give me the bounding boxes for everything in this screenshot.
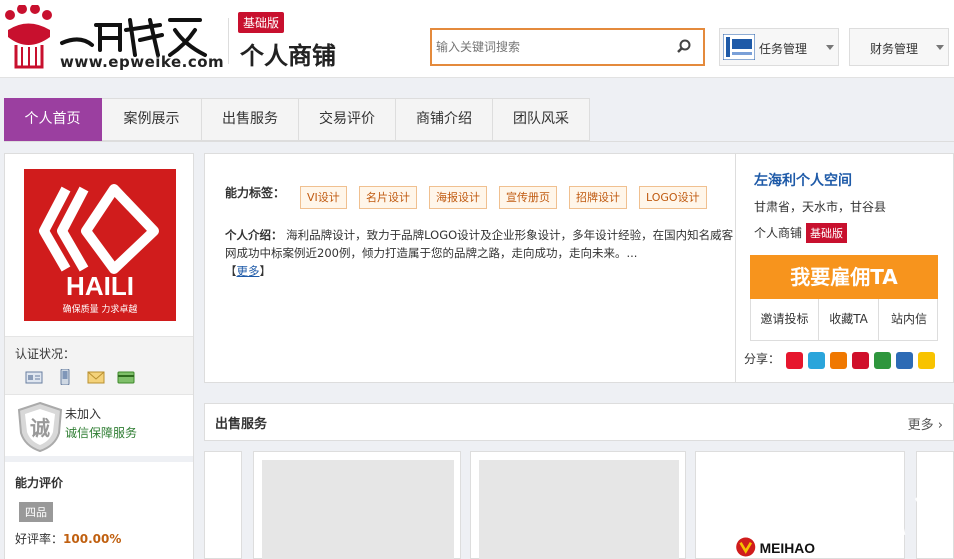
intro-text: 海利品牌设计，致力于品牌LOGO设计及企业形象设计，多年设计经验，在国内知名威客…: [225, 228, 734, 260]
tab-cases[interactable]: 案例展示: [102, 98, 202, 141]
rating-title: 能力评价: [15, 476, 64, 490]
finance-management-dropdown[interactable]: 财务管理: [849, 28, 949, 66]
favorite-button[interactable]: 收藏TA: [819, 299, 879, 340]
praise-value: 100.00%: [63, 532, 122, 546]
service-card[interactable]: [253, 451, 461, 559]
svg-text:诚: 诚: [30, 416, 50, 440]
honesty-service-link[interactable]: 诚信保障服务: [65, 424, 137, 441]
header-divider: [228, 18, 229, 64]
shop-actions: 邀请投标 收藏TA 站内信: [750, 299, 938, 341]
search-input[interactable]: [432, 30, 662, 64]
avatar-brand-text: HAILI: [66, 271, 134, 301]
task-management-dropdown[interactable]: 任务管理: [719, 28, 839, 66]
avatar[interactable]: HAILI 确保质量 力求卓越: [24, 169, 176, 321]
skill-tag[interactable]: 宣传册页: [499, 186, 557, 209]
search-icon[interactable]: [675, 38, 693, 56]
finance-menu-label: 财务管理: [870, 42, 919, 56]
task-site-logo-icon: [723, 34, 755, 60]
skill-tag[interactable]: 招牌设计: [569, 186, 627, 209]
praise-rate: 好评率：100.00%: [15, 530, 121, 547]
avatar-slogan-text: 确保质量 力求卓越: [63, 303, 138, 315]
chevron-down-icon: [936, 45, 944, 50]
tab-team[interactable]: 团队风采: [493, 98, 590, 141]
task-menu-label: 任务管理: [759, 42, 808, 56]
header: www.epweike.com 基础版 个人商铺 任务管理 财务管理: [0, 0, 954, 78]
space-name-link[interactable]: 左海利个人空间: [754, 170, 852, 190]
honesty-guarantee: 诚 未加入 诚信保障服务: [5, 394, 193, 456]
logo-url: www.epweike.com: [60, 53, 225, 71]
calligraphy-brand: [60, 18, 207, 57]
location: 甘肃省，天水市，甘谷县: [754, 200, 887, 214]
tab-home[interactable]: 个人首页: [4, 98, 102, 141]
skill-tag[interactable]: 海报设计: [429, 186, 487, 209]
verify-title: 认证状况：: [15, 347, 76, 361]
services-title: 出售服务: [215, 417, 268, 432]
tianya-icon[interactable]: [830, 352, 847, 369]
intro-label: 个人介绍：: [225, 228, 283, 242]
profile-main: 能力标签： VI设计 名片设计 海报设计 宣传册页 招牌设计 LOGO设计 个人…: [204, 153, 736, 383]
chevron-down-icon: [826, 45, 834, 50]
renren-icon[interactable]: [896, 352, 913, 369]
honesty-status: 未加入: [65, 407, 102, 421]
search-box: [430, 28, 705, 66]
email-icon[interactable]: [87, 369, 105, 385]
image-placeholder-icon: [262, 460, 454, 559]
profile-sidebar: HAILI 确保质量 力求卓越 认证状况： 诚 未加入 诚信保障服务 能力评价 …: [4, 153, 194, 559]
qzone-icon[interactable]: [918, 352, 935, 369]
invite-bid-button[interactable]: 邀请投标: [751, 299, 819, 340]
shop-edition-badge: 基础版: [806, 223, 848, 243]
bank-card-icon[interactable]: [117, 369, 135, 385]
more-wrapper: 【更多】: [225, 264, 271, 278]
verification-status: 认证状况：: [5, 336, 193, 394]
watermark-logo: [766, 486, 952, 537]
tab-reviews[interactable]: 交易评价: [299, 98, 396, 141]
ability-rating: 能力评价 四品 好评率：100.00% ★★★★★: [5, 456, 193, 559]
paw-icon: [5, 5, 52, 69]
level-badge: 四品: [19, 502, 53, 522]
share-label: 分享：: [744, 352, 781, 366]
services-more-link[interactable]: 更多 ›: [908, 414, 943, 433]
douban-icon[interactable]: [874, 352, 891, 369]
intro-more-link[interactable]: 更多: [237, 264, 260, 278]
shield-icon: 诚: [17, 401, 63, 453]
skill-tag[interactable]: LOGO设计: [639, 186, 707, 209]
hire-button[interactable]: 我要雇佣TA: [750, 255, 938, 299]
services-section-header: 出售服务 更多 ›: [204, 403, 954, 441]
service-card[interactable]: [470, 451, 686, 559]
tencent-weibo-icon[interactable]: [808, 352, 825, 369]
edition-badge: 基础版: [238, 12, 285, 33]
message-button[interactable]: 站内信: [879, 299, 939, 340]
nav-divider: [4, 141, 954, 142]
shop-type: 个人商铺 基础版: [754, 223, 848, 243]
service-card[interactable]: [204, 451, 242, 559]
id-card-icon[interactable]: [25, 369, 43, 385]
skill-tag[interactable]: VI设计: [300, 186, 347, 209]
verify-icons: [25, 369, 144, 385]
shop-title: 个人商铺: [240, 42, 336, 70]
tab-shop-intro[interactable]: 商铺介绍: [396, 98, 493, 141]
weibo-icon[interactable]: [786, 352, 803, 369]
personal-intro: 个人介绍： 海利品牌设计，致力于品牌LOGO设计及企业形象设计，多年设计经验，在…: [225, 226, 735, 280]
phone-icon[interactable]: [56, 369, 74, 385]
shop-card: 左海利个人空间 甘肃省，天水市，甘谷县 个人商铺 基础版 我要雇佣TA 邀请投标 …: [736, 153, 954, 383]
skill-tag[interactable]: 名片设计: [359, 186, 417, 209]
praise-label: 好评率：: [15, 532, 64, 546]
image-placeholder-icon: [479, 460, 679, 559]
tab-services[interactable]: 出售服务: [202, 98, 299, 141]
kaixin-icon[interactable]: [852, 352, 869, 369]
skills-label: 能力标签：: [225, 186, 286, 200]
